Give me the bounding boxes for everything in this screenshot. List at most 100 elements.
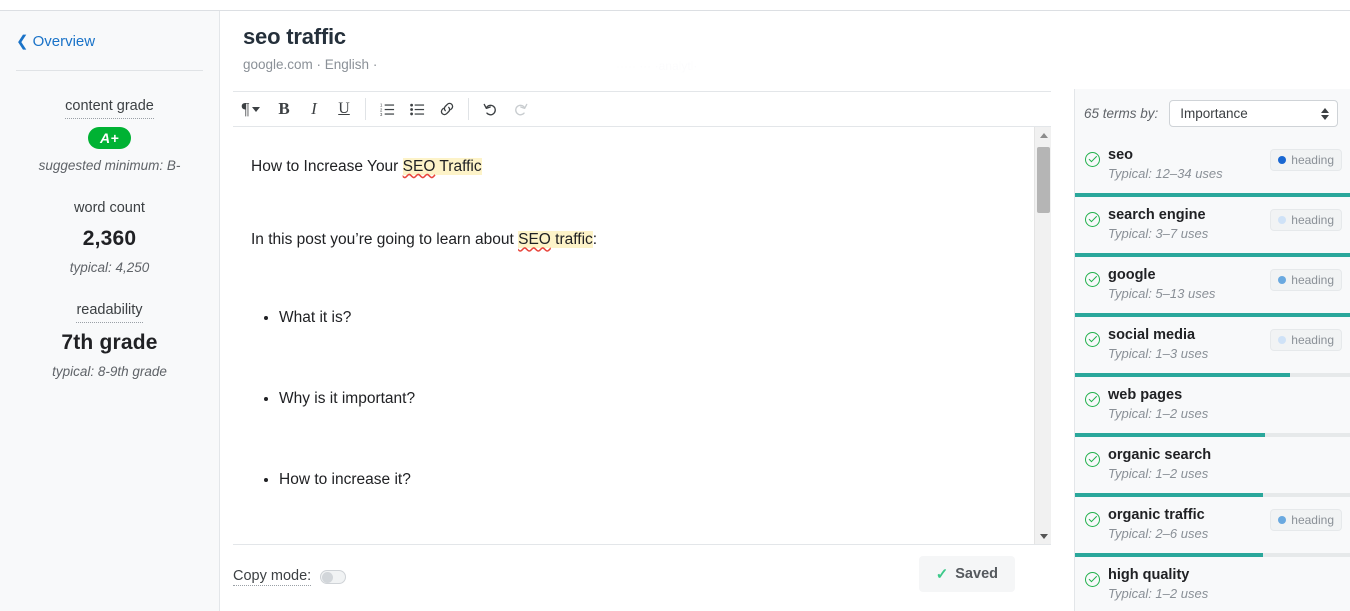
saved-status-button[interactable]: ✓ Saved	[919, 556, 1015, 592]
toggle-knob	[322, 572, 333, 583]
term-name: high quality	[1108, 566, 1342, 584]
term-row[interactable]: organic traffic Typical: 2–6 uses heading	[1075, 497, 1350, 557]
check-circle-icon	[1085, 332, 1100, 347]
italic-button[interactable]: I	[299, 94, 329, 124]
text-run: How to Increase Your	[251, 158, 403, 175]
editor-paragraph-title[interactable]: How to Increase Your SEO Traffic	[251, 155, 1009, 178]
term-row-content: social mediaTypical: 1–3 usesheading	[1085, 326, 1342, 361]
toolbar-group-format: B I U	[269, 92, 359, 126]
sidebar-divider	[16, 70, 203, 71]
ordered-list-button[interactable]: 1 2 3	[372, 94, 402, 124]
list-item[interactable]: Why is it important?	[279, 387, 1009, 410]
term-row[interactable]: social mediaTypical: 1–3 usesheading	[1075, 317, 1350, 377]
term-typical-uses: Typical: 2–6 uses	[1108, 526, 1262, 541]
term-row-content: web pagesTypical: 1–2 uses	[1085, 386, 1342, 421]
term-name: web pages	[1108, 386, 1342, 404]
term-name: seo	[1108, 146, 1262, 164]
term-name: organic traffic	[1108, 506, 1262, 524]
chevron-left-icon: ❮	[16, 34, 29, 49]
editor-paragraph-intro[interactable]: In this post you’re going to learn about…	[251, 228, 1009, 251]
highlighted-term: SEO	[403, 158, 436, 175]
editor-bullet-list[interactable]: What it is? Why is it important? How to …	[251, 306, 1009, 492]
badge-dot-icon	[1278, 336, 1286, 344]
toolbar-divider	[365, 98, 366, 120]
term-texts: organic traffic Typical: 2–6 uses	[1108, 506, 1262, 541]
check-circle-icon	[1085, 392, 1100, 407]
word-count-sub: typical: 4,250	[0, 260, 219, 275]
page-title: seo traffic	[243, 24, 346, 50]
undo-button[interactable]	[475, 94, 505, 124]
term-texts: web pagesTypical: 1–2 uses	[1108, 386, 1342, 421]
editor-container: How to Increase Your SEO Traffic In this…	[233, 127, 1051, 545]
term-row[interactable]: seo Typical: 12–34 uses heading	[1075, 137, 1350, 197]
scroll-up-button[interactable]	[1035, 127, 1051, 144]
highlighted-term: traffic	[551, 231, 593, 248]
check-icon: ✓	[936, 565, 949, 583]
term-texts: organic searchTypical: 1–2 uses	[1108, 446, 1342, 481]
terms-sort-select[interactable]: Importance	[1169, 100, 1338, 127]
heading-badge[interactable]: heading	[1270, 509, 1342, 531]
check-circle-icon	[1085, 512, 1100, 527]
copy-mode-control: Copy mode:	[233, 568, 346, 586]
toolbar-group-block: ¶	[233, 92, 269, 126]
term-row-content: organic traffic Typical: 2–6 uses heading	[1085, 506, 1342, 541]
check-circle-icon	[1085, 452, 1100, 467]
term-name: google	[1108, 266, 1262, 284]
rich-text-editor[interactable]: How to Increase Your SEO Traffic In this…	[233, 127, 1033, 545]
content-grade-label: content grade	[65, 97, 154, 119]
term-name: social media	[1108, 326, 1262, 344]
term-typical-uses: Typical: 5–13 uses	[1108, 286, 1262, 301]
term-typical-uses: Typical: 1–2 uses	[1108, 466, 1342, 481]
term-row[interactable]: google Typical: 5–13 uses heading	[1075, 257, 1350, 317]
readability-value: 7th grade	[0, 331, 219, 355]
chevron-down-icon	[252, 107, 260, 112]
app-root: ❮ Overview content grade A+ suggested mi…	[0, 0, 1350, 611]
term-row[interactable]: high quality Typical: 1–2 uses	[1075, 557, 1350, 611]
term-typical-uses: Typical: 3–7 uses	[1108, 226, 1262, 241]
scroll-down-button[interactable]	[1035, 528, 1051, 545]
editor-footer: Copy mode: ✓ Saved	[233, 546, 1051, 611]
term-row[interactable]: search engine Typical: 3–7 uses heading	[1075, 197, 1350, 257]
heading-badge[interactable]: heading	[1270, 269, 1342, 291]
overview-back-link[interactable]: ❮ Overview	[0, 11, 95, 50]
check-circle-icon	[1085, 212, 1100, 227]
heading-badge[interactable]: heading	[1270, 149, 1342, 171]
text-run: In this post you’re going to learn about	[251, 231, 518, 248]
bullet-list-icon	[410, 102, 425, 117]
svg-text:3: 3	[380, 112, 383, 117]
list-item[interactable]: What it is?	[279, 306, 1009, 329]
text-run: :	[593, 231, 597, 248]
underline-icon: U	[338, 100, 350, 118]
term-row[interactable]: organic searchTypical: 1–2 uses	[1075, 437, 1350, 497]
bold-button[interactable]: B	[269, 94, 299, 124]
terms-count-label: 65 terms by:	[1084, 106, 1158, 121]
redo-button[interactable]	[505, 94, 535, 124]
stat-word-count: word count 2,360 typical: 4,250	[0, 177, 219, 276]
copy-mode-toggle[interactable]	[320, 570, 346, 584]
term-name: search engine	[1108, 206, 1262, 224]
toolbar-group-lists: 1 2 3	[372, 92, 462, 126]
link-icon	[439, 101, 455, 117]
term-texts: google Typical: 5–13 uses	[1108, 266, 1262, 301]
term-row-content: google Typical: 5–13 uses heading	[1085, 266, 1342, 301]
list-item[interactable]: How to increase it?	[279, 468, 1009, 491]
readability-label: readability	[76, 301, 142, 323]
editor-scrollbar[interactable]	[1034, 127, 1051, 545]
term-texts: seo Typical: 12–34 uses	[1108, 146, 1262, 181]
term-typical-uses: Typical: 1–2 uses	[1108, 586, 1342, 601]
paragraph-style-dropdown[interactable]: ¶	[233, 94, 269, 124]
heading-badge-label: heading	[1291, 513, 1334, 527]
bullet-list-button[interactable]	[402, 94, 432, 124]
redo-icon	[512, 101, 529, 118]
insert-link-button[interactable]	[432, 94, 462, 124]
term-row[interactable]: web pagesTypical: 1–2 uses	[1075, 377, 1350, 437]
term-row-content: seo Typical: 12–34 uses heading	[1085, 146, 1342, 181]
heading-badge[interactable]: heading	[1270, 329, 1342, 351]
term-typical-uses: Typical: 12–34 uses	[1108, 166, 1262, 181]
scrollbar-thumb[interactable]	[1037, 147, 1050, 213]
select-arrows-icon	[1321, 108, 1329, 120]
underline-button[interactable]: U	[329, 94, 359, 124]
undo-icon	[482, 101, 499, 118]
heading-badge[interactable]: heading	[1270, 209, 1342, 231]
terms-panel: 65 terms by: Importance seo Typical: 12–3…	[1074, 89, 1350, 611]
